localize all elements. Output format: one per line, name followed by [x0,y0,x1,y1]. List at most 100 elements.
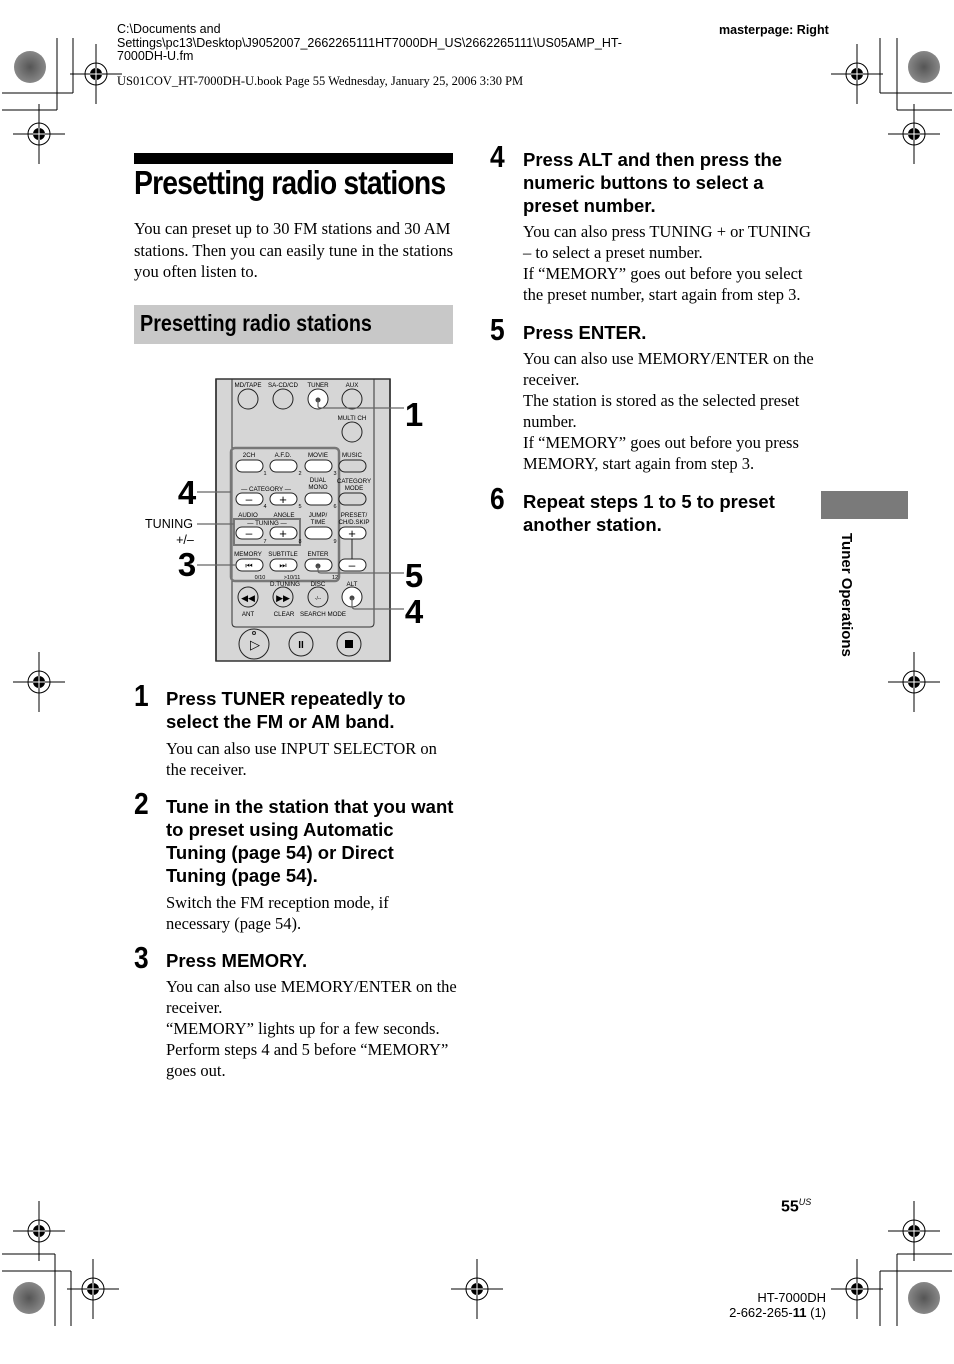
label-movie: MOVIE [308,452,328,459]
label-audio: AUDIO [238,512,258,519]
movie-button[interactable] [304,459,333,473]
registration-mark-icon [887,1200,941,1262]
page-number-suffix: US [798,1197,812,1207]
digit-label: 6 [333,504,336,510]
plus-icon: + [348,526,356,541]
label-aux: AUX [346,382,359,389]
disc-icon: -/-- [315,596,322,602]
step-heading: Tune in the station that you want to pre… [166,796,454,886]
file-path-line: C:\Documents and [117,22,221,36]
label-dual: DUAL [310,477,327,484]
model-name: HT-7000DH [757,1290,826,1305]
dual-mono-button[interactable] [304,492,333,506]
label-memory: MEMORY [234,551,262,558]
part-number-prefix: 2-662-265- [729,1305,793,1320]
intro-paragraph: You can preset up to 30 FM stations and … [134,219,454,281]
stop-icon [345,640,353,648]
digit-label: 1 [263,471,266,477]
fast-forward-icon: ▶▶ [276,593,290,603]
callout-tuning-sign: +/– [176,533,194,547]
label-angle: ANGLE [274,512,295,519]
minus-icon: – [246,526,253,540]
subsection-header: Presetting radio stations [134,305,453,344]
page-number: 55US [781,1197,811,1216]
jump-time-button[interactable] [304,526,333,540]
sacd-button[interactable] [272,388,294,410]
label-preset: PRESET/ [341,512,368,519]
mdtape-button[interactable] [237,388,259,410]
label-enter: ENTER [308,551,330,558]
step-number: 5 [490,312,505,347]
callout-5: 5 [405,557,423,594]
registration-mark-icon [12,1200,66,1262]
title-rule [134,153,453,164]
color-bar-rosette-icon [13,1282,45,1314]
step-heading: Press MEMORY. [166,950,308,971]
category-mode-button[interactable] [338,492,367,506]
pause-icon: II [298,640,304,651]
color-bar-rosette-icon [14,51,46,83]
file-path-line: Settings\pc13\Desktop\J9052007_266226511… [117,35,622,50]
step-heading: Press TUNER repeatedly to select the FM … [166,688,406,732]
digit-label: 0/10 [255,575,266,581]
label-category-mode: MODE [345,485,364,492]
registration-mark-icon [887,651,941,713]
label-tuner: TUNER [307,382,329,389]
book-info-line: US01COV_HT-7000DH-U.book Page 55 Wednesd… [117,74,524,88]
part-number-bold: 11 [792,1305,807,1320]
callout-tuning-label: TUNING [145,517,193,531]
step-number: 4 [490,139,505,174]
masterpage-label: masterpage: Right [719,23,829,37]
label-search-mode: SEARCH MODE [300,611,346,618]
step-body: You can also use MEMORY/ENTER on the rec… [166,977,457,1080]
aux-button[interactable] [341,388,363,410]
label-clear: CLEAR [274,611,295,618]
part-number: 2-662-265-11 (1) [720,1305,826,1320]
label-time: TIME [311,519,326,526]
subsection-title: Presetting radio stations [140,310,372,336]
plus-icon: + [279,526,287,541]
label-multich: MULTI CH [338,415,367,422]
callout-3: 3 [178,546,196,583]
rewind-icon: ◀◀ [241,593,255,603]
step-number: 6 [490,481,505,516]
registration-mark-icon [69,43,123,105]
play-icon: ▷ [250,637,260,652]
label-chdskip: CH/D.SKIP [339,519,370,526]
label-jump: JUMP/ [309,512,328,519]
part-number-suffix: (1) [806,1305,826,1320]
remote-control-figure: MD/TAPE SA-CD/CD TUNER AUX MULTI CH 2CH … [145,378,424,662]
step-number: 1 [134,678,149,713]
color-bar-rosette-icon [908,1282,940,1314]
afd-button[interactable] [269,459,298,473]
digit-label: 3 [333,471,336,477]
callout-4: 4 [405,593,424,630]
step-heading: Press ALT and then press the numeric but… [523,149,783,216]
multich-button[interactable] [341,421,363,443]
plus-icon: + [279,492,287,507]
file-path-header: C:\Documents and Settings\pc13\Desktop\J… [117,22,677,64]
model-info: HT-7000DH 2-662-265-11 (1) [720,1290,826,1320]
digit-label: 7 [263,539,266,545]
registration-mark-icon [12,103,66,165]
label-category-mode: CATEGORY [337,478,371,485]
label-music: MUSIC [342,452,362,459]
registration-mark-icon [830,1258,884,1320]
registration-mark-icon [12,651,66,713]
step-number: 3 [134,940,149,975]
step-number: 2 [134,786,149,821]
step-heading: Repeat steps 1 to 5 to preset another st… [523,491,775,535]
callout-4: 4 [178,474,197,511]
minus-icon: – [246,492,253,506]
2ch-button[interactable] [235,459,264,473]
label-mono: MONO [308,484,327,491]
section-tab [821,491,908,519]
digit-label: 4 [263,504,266,510]
label-sacd: SA-CD/CD [268,382,298,389]
prev-track-icon: ⏮ [245,561,252,570]
step-body: You can also press TUNING + or TUNING – … [523,222,811,304]
step-body: Switch the FM reception mode, if necessa… [166,893,389,933]
minus-icon: – [349,558,356,572]
section-tab-label: Tuner Operations [838,533,855,657]
music-button[interactable] [338,459,367,473]
